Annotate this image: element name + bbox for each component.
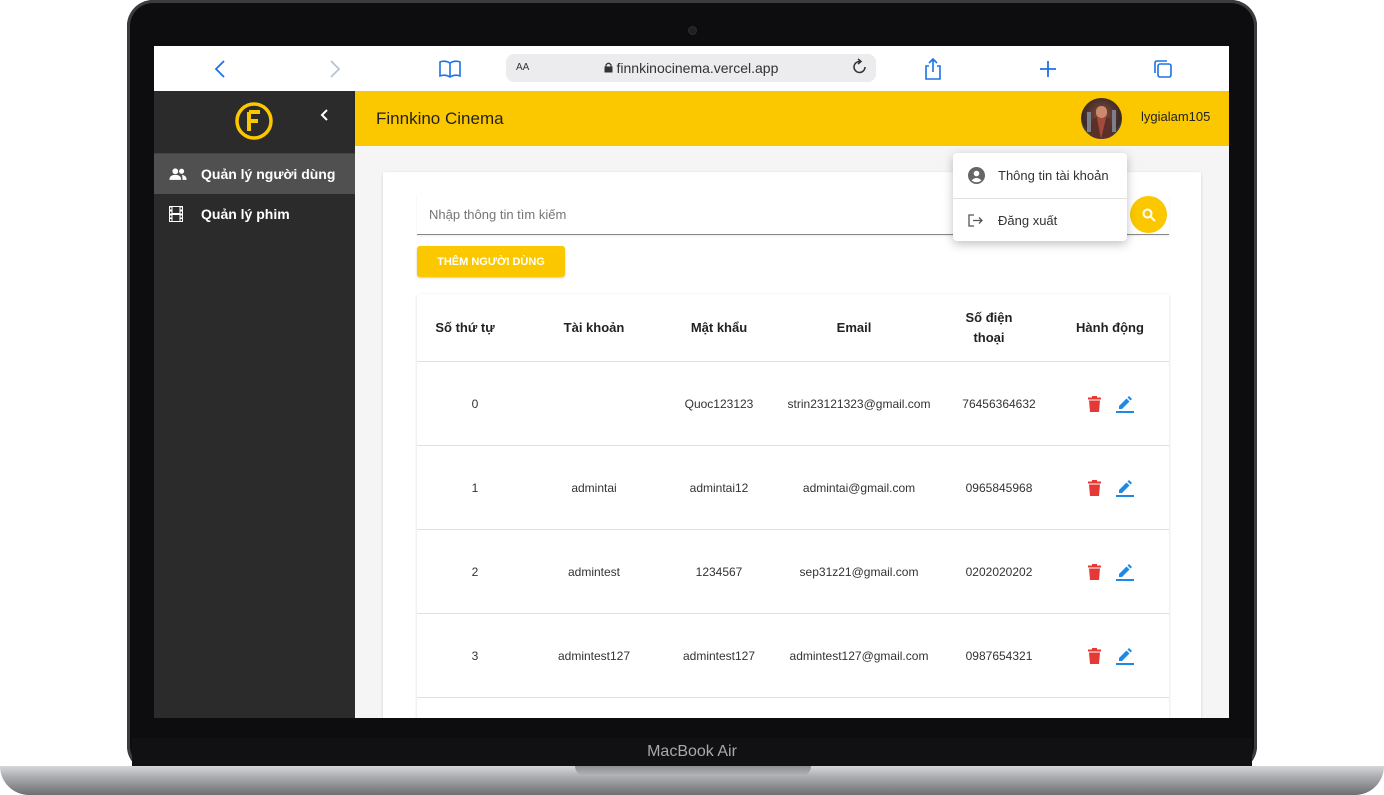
laptop-notch xyxy=(575,766,811,776)
sidebar-item-label: Quản lý phim xyxy=(201,206,290,222)
cell-password: Quoc123123 xyxy=(684,397,754,411)
film-icon xyxy=(169,206,187,222)
browser-toolbar: AA finnkinocinema.vercel.app xyxy=(154,46,1229,92)
menu-item-label: Đăng xuất xyxy=(998,212,1058,228)
url-value: finnkinocinema.vercel.app xyxy=(616,60,779,76)
tabs-icon[interactable] xyxy=(1150,56,1176,82)
edit-icon[interactable] xyxy=(1115,562,1135,582)
menu-item-logout[interactable]: Đăng xuất xyxy=(953,198,1127,242)
users-card: THÊM NGƯỜI DÙNG Số thứ tự Tài khoản Mật … xyxy=(383,172,1201,718)
cell-account xyxy=(539,362,649,446)
back-icon[interactable] xyxy=(207,56,233,82)
people-icon xyxy=(169,167,187,181)
cell-index: 2 xyxy=(471,565,479,579)
menu-item-account-info[interactable]: Thông tin tài khoản xyxy=(953,153,1127,197)
logout-icon xyxy=(968,213,986,227)
edit-icon[interactable] xyxy=(1115,478,1135,498)
delete-icon[interactable] xyxy=(1084,394,1104,414)
cell-password: admintai12 xyxy=(689,481,749,495)
url-text: finnkinocinema.vercel.app xyxy=(506,60,876,76)
cell-password: admintest127 xyxy=(682,649,756,663)
add-user-button[interactable]: THÊM NGƯỜI DÙNG xyxy=(417,246,565,277)
user-menu: Thông tin tài khoản Đăng xuất xyxy=(953,153,1127,241)
address-bar[interactable]: AA finnkinocinema.vercel.app xyxy=(506,54,876,82)
logo-icon[interactable] xyxy=(234,101,274,146)
share-icon[interactable] xyxy=(920,56,946,82)
new-tab-icon[interactable] xyxy=(1035,56,1061,82)
cell-phone: 0965845968 xyxy=(965,481,1033,495)
column-header: Email xyxy=(836,319,872,335)
delete-icon[interactable] xyxy=(1084,646,1104,666)
cell-email: strin23121323@gmail.com xyxy=(787,397,931,411)
search-button[interactable] xyxy=(1130,196,1167,233)
cell-account: admintest xyxy=(567,565,621,579)
cell-index: 1 xyxy=(471,481,479,495)
chevron-left-icon[interactable] xyxy=(320,108,328,126)
delete-icon[interactable] xyxy=(1084,562,1104,582)
reload-icon[interactable] xyxy=(852,58,868,81)
app-title: Finnkino Cinema xyxy=(376,109,504,128)
search-icon xyxy=(1142,208,1156,222)
delete-icon[interactable] xyxy=(1084,478,1104,498)
sidebar-item-label: Quản lý người dùng xyxy=(201,166,336,182)
bookmarks-icon[interactable] xyxy=(437,56,463,82)
cell-index: 3 xyxy=(471,649,479,663)
cell-phone: 0987654321 xyxy=(965,649,1033,663)
column-header: Tài khoản xyxy=(563,319,625,335)
column-header: Mật khẩu xyxy=(690,319,748,335)
cell-email: sep31z21@gmail.com xyxy=(799,565,919,579)
column-header-line: thoại xyxy=(973,329,1005,345)
table-row xyxy=(417,697,1169,718)
table-row: 1 admintai admintai12 admintai@gmail.com… xyxy=(417,445,1169,530)
edit-icon[interactable] xyxy=(1115,646,1135,666)
cell-email: admintest127@gmail.com xyxy=(789,649,929,663)
sidebar: Quản lý người dùng Quản lý phim xyxy=(154,91,355,718)
cell-email: admintai@gmail.com xyxy=(802,481,916,495)
column-header: Hành động xyxy=(1076,319,1144,335)
avatar[interactable] xyxy=(1081,98,1122,139)
device-label: MacBook Air xyxy=(647,743,737,760)
column-header-line: Số điện xyxy=(965,309,1013,325)
cell-phone: 76456364632 xyxy=(962,397,1036,411)
table-row: 3 admintest127 admintest127 admintest127… xyxy=(417,613,1169,698)
menu-item-label: Thông tin tài khoản xyxy=(998,167,1109,183)
column-header-phone: Số điện thoại xyxy=(941,294,1037,361)
column-header: Số thứ tự xyxy=(435,319,495,335)
users-table: Số thứ tự Tài khoản Mật khẩu Email Số đi… xyxy=(417,294,1169,718)
cell-account: admintai xyxy=(571,481,617,495)
cell-index: 0 xyxy=(471,397,479,411)
app-header: Finnkino Cinema lygialam105 xyxy=(355,91,1229,146)
search-input[interactable] xyxy=(427,206,931,223)
table-row: 0 Quoc123123 strin23121323@gmail.com 764… xyxy=(417,361,1169,446)
table-row: 2 admintest 1234567 sep31z21@gmail.com 0… xyxy=(417,529,1169,614)
account-circle-icon xyxy=(968,166,986,184)
cell-password: 1234567 xyxy=(695,565,743,579)
sidebar-item-users[interactable]: Quản lý người dùng xyxy=(154,154,355,194)
edit-icon[interactable] xyxy=(1115,394,1135,414)
sidebar-item-movies[interactable]: Quản lý phim xyxy=(154,194,355,234)
camera xyxy=(689,27,696,34)
forward-icon[interactable] xyxy=(322,56,348,82)
cell-account: admintest127 xyxy=(557,649,631,663)
cell-phone: 0202020202 xyxy=(965,565,1033,579)
username[interactable]: lygialam105 xyxy=(1141,109,1210,124)
screen: AA finnkinocinema.vercel.app Quản lý ngư… xyxy=(154,46,1229,718)
lock-icon xyxy=(604,62,613,73)
